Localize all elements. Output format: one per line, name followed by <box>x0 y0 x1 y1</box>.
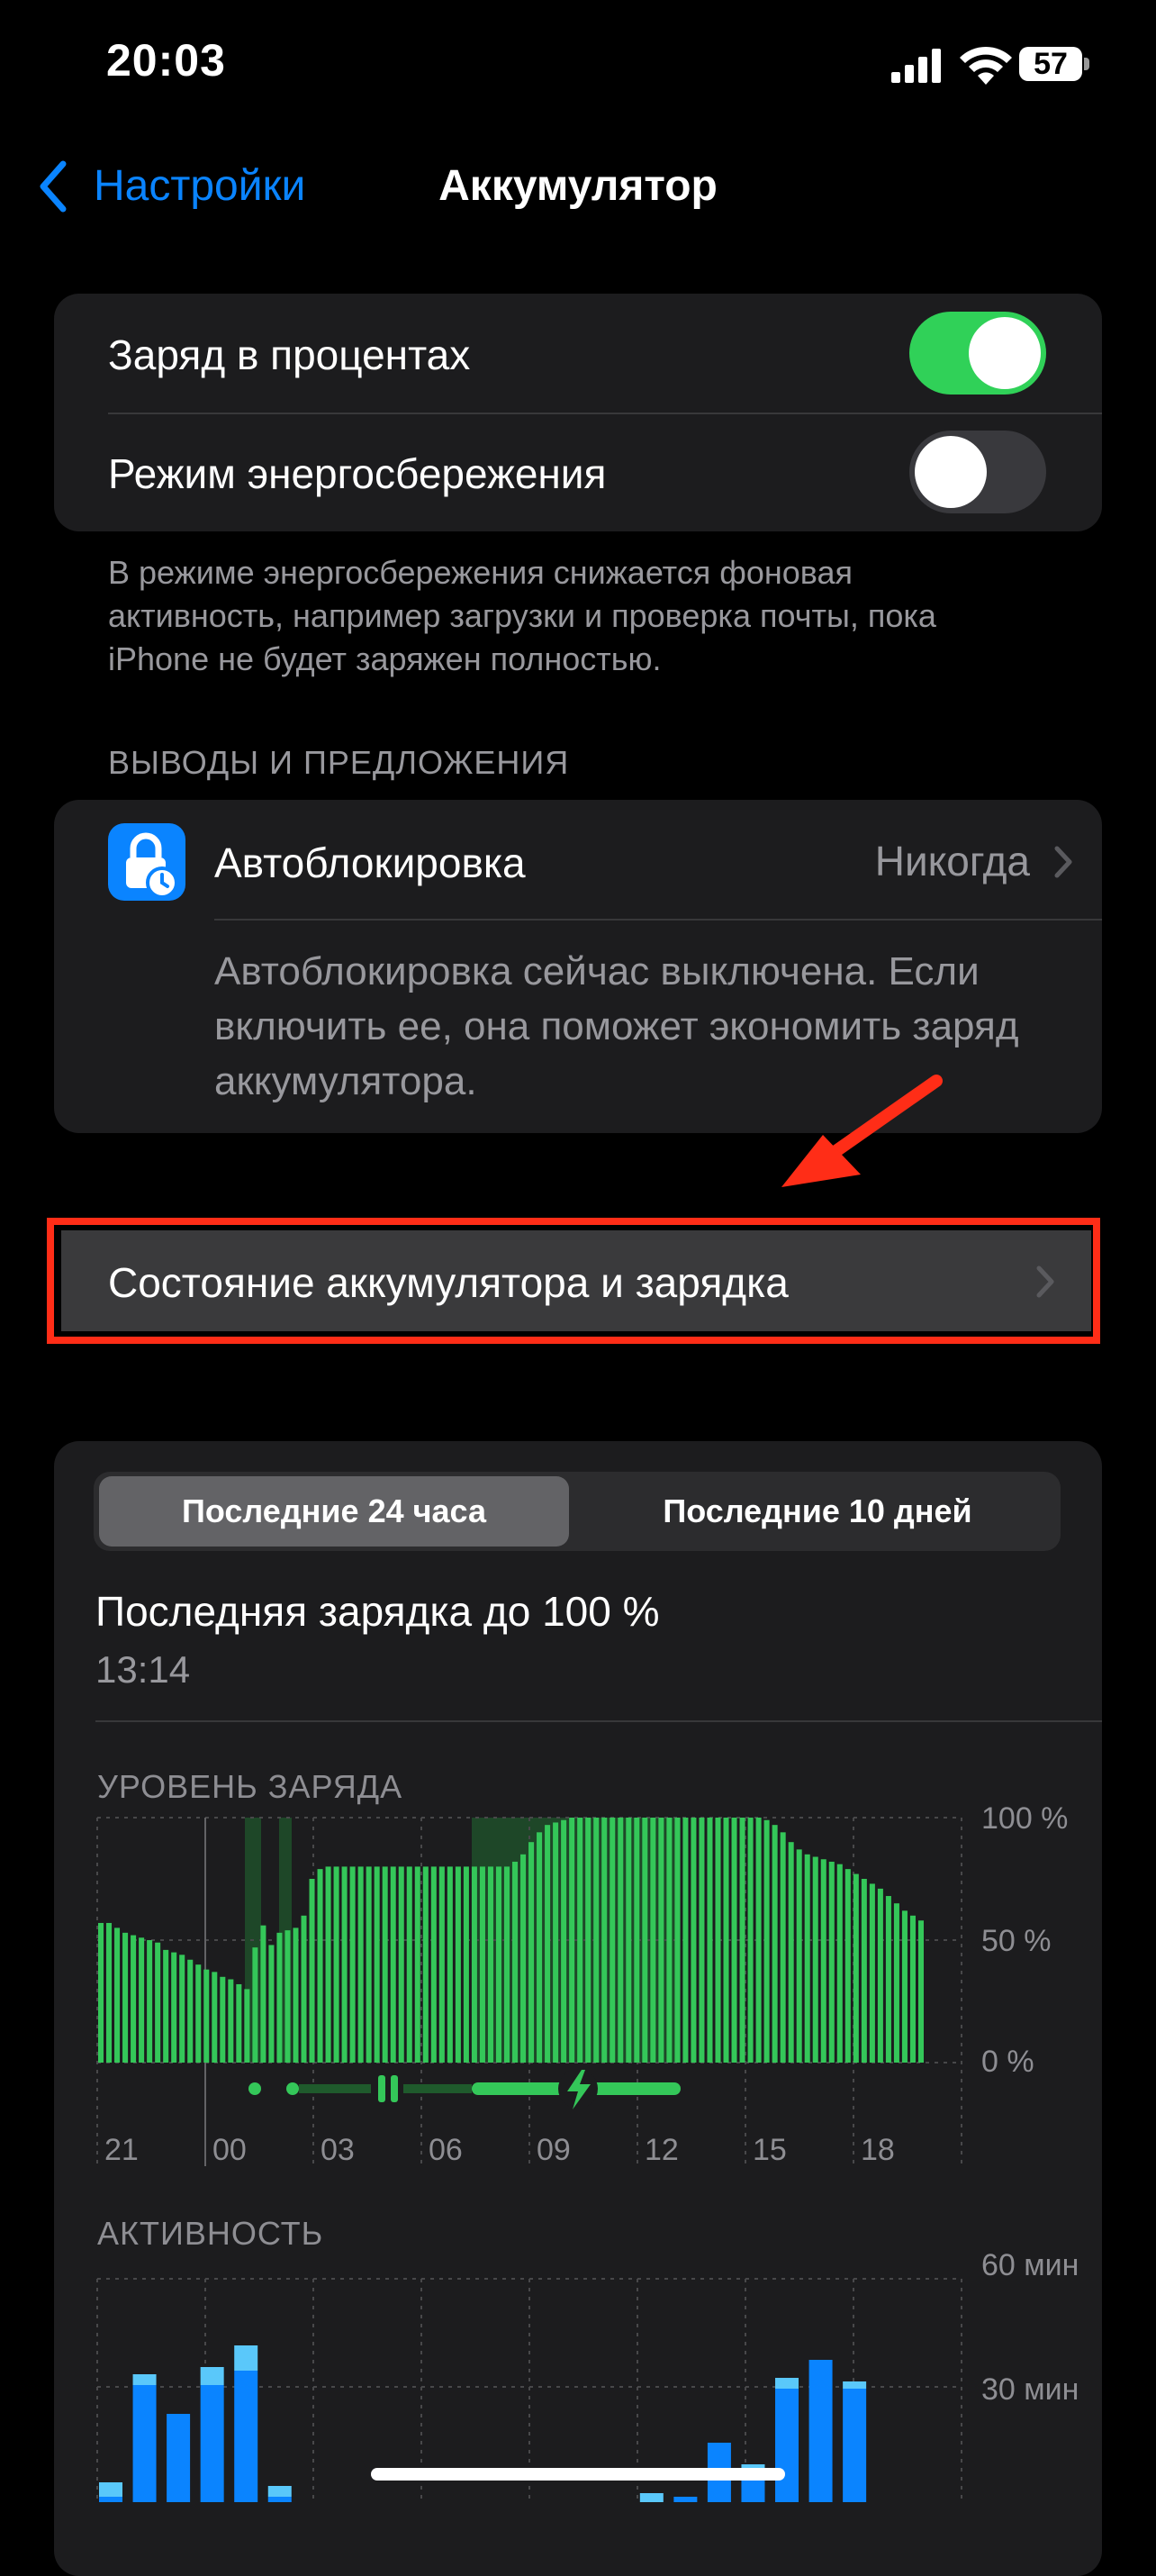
tab-24h[interactable]: Последние 24 часа <box>99 1476 569 1547</box>
cellular-signal-icon <box>891 49 941 83</box>
percent-toggle-label: Заряд в процентах <box>108 331 471 378</box>
autolock-label[interactable]: Автоблокировка <box>214 836 526 890</box>
divider <box>108 413 1102 414</box>
battery-health-row[interactable]: Состояние аккумулятора и зарядка <box>61 1230 1091 1331</box>
divider <box>214 919 1102 921</box>
toggle-group: Заряд в процентах Режим энергосбережения <box>54 294 1102 531</box>
chevron-right-icon[interactable] <box>1053 845 1073 879</box>
last-charge-time: 13:14 <box>95 1648 191 1691</box>
lowpower-toggle-label: Режим энергосбережения <box>108 450 607 497</box>
tab-10d[interactable]: Последние 10 дней <box>580 1476 1055 1547</box>
lowpower-toggle[interactable] <box>909 431 1046 513</box>
battery-health-label: Состояние аккумулятора и зарядка <box>108 1259 789 1306</box>
wifi-icon <box>960 46 1012 85</box>
percent-toggle[interactable] <box>909 312 1046 395</box>
toggle-knob <box>915 436 987 508</box>
divider <box>95 1720 1102 1722</box>
lowpower-note: В режиме энергосбережения снижается фоно… <box>108 554 936 677</box>
period-segmented-control: Последние 24 часа Последние 10 дней <box>94 1472 1061 1551</box>
battery-level: 57 <box>1019 47 1082 81</box>
chevron-right-icon <box>1036 1265 1054 1298</box>
page-title: Аккумулятор <box>438 162 718 210</box>
usage-card: Последние 24 часа Последние 10 дней Посл… <box>54 1441 1102 2576</box>
lock-clock-icon <box>108 823 185 901</box>
home-indicator <box>371 2468 785 2481</box>
autolock-value[interactable]: Никогда <box>875 834 1030 888</box>
insights-header: ВЫВОДЫ И ПРЕДЛОЖЕНИЯ <box>108 744 570 781</box>
arrow-annotation <box>781 1075 943 1187</box>
last-charge-title: Последняя зарядка до 100 % <box>95 1588 660 1635</box>
battery-tip <box>1084 58 1089 70</box>
status-time: 20:03 <box>106 35 226 86</box>
tab-24h-label: Последние 24 часа <box>181 1492 487 1529</box>
toggle-knob <box>969 317 1041 389</box>
